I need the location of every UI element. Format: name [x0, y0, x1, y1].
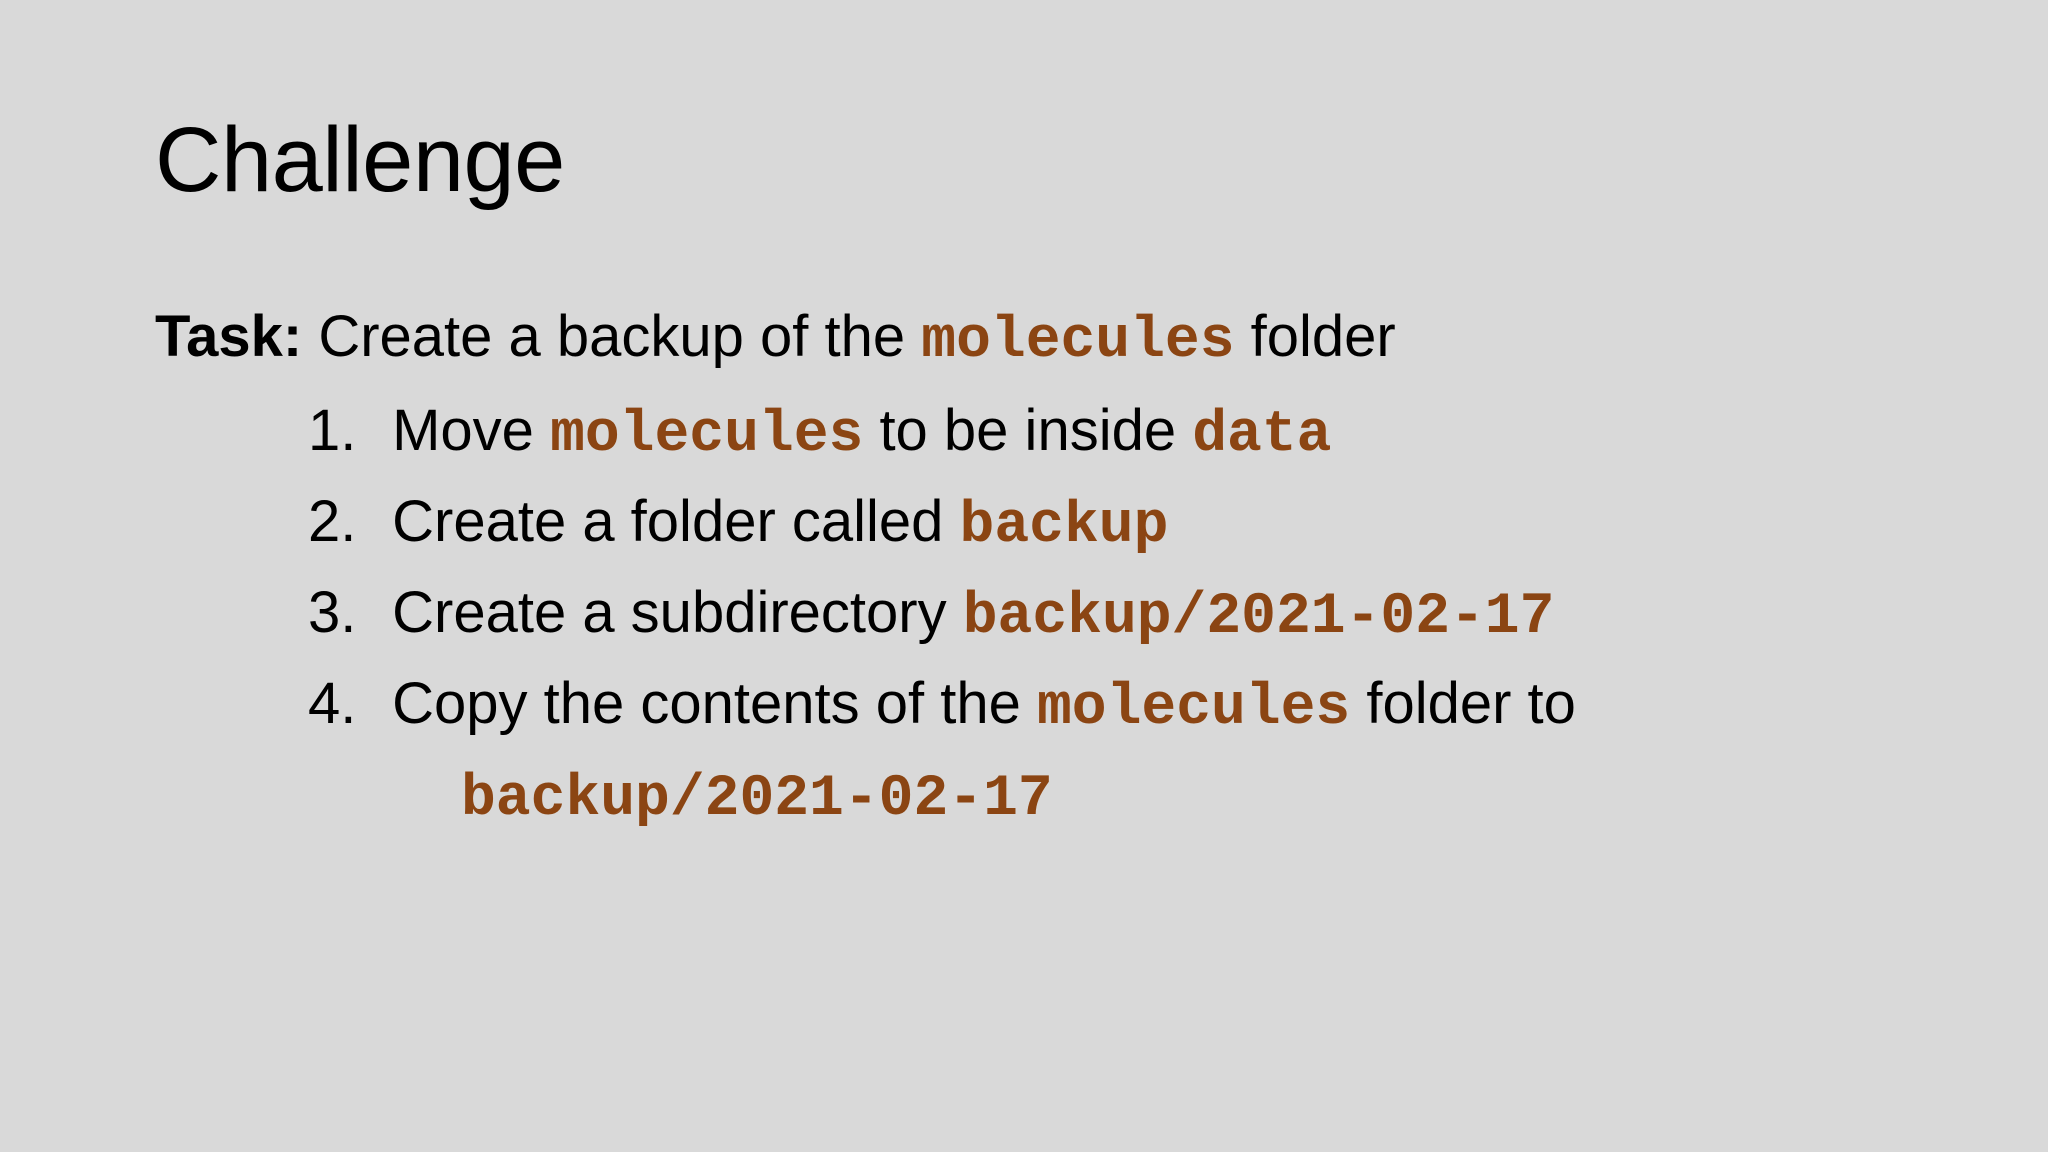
task-code-molecules: molecules	[921, 309, 1235, 374]
steps-list: 1. Move molecules to be inside data 2. C…	[308, 388, 1576, 843]
slide-title: Challenge	[155, 109, 565, 211]
step-text: folder to	[1350, 671, 1576, 736]
step-text: Create a subdirectory	[376, 580, 963, 645]
task-label: Task:	[155, 304, 303, 369]
step-2: 2. Create a folder called backup	[308, 479, 1576, 570]
step-code: molecules	[550, 403, 864, 468]
step-text: to be inside	[863, 398, 1193, 463]
step-code: molecules	[1036, 676, 1351, 741]
step-text: Create a folder called	[376, 489, 960, 554]
task-line: Task: Create a backup of the molecules f…	[155, 302, 1396, 377]
step-text: Move	[376, 398, 551, 463]
step-number: 3.	[308, 580, 357, 645]
step-4: 4. Copy the contents of the molecules fo…	[308, 661, 1576, 843]
slide: Challenge Task: Create a backup of the m…	[0, 0, 2048, 1152]
step-code: data	[1192, 403, 1332, 468]
step-code: backup	[959, 494, 1169, 559]
task-text-before: Create a backup of the	[302, 304, 922, 369]
step-continuation: backup/2021-02-17	[308, 752, 1576, 843]
step-text: Copy the contents of the	[376, 671, 1037, 736]
step-1: 1. Move molecules to be inside data	[308, 388, 1576, 479]
task-text-after: folder	[1234, 304, 1396, 369]
step-code: backup/2021-02-17	[962, 585, 1555, 650]
step-code: backup/2021-02-17	[461, 767, 1053, 832]
step-number: 4.	[308, 671, 357, 736]
step-number: 1.	[308, 398, 357, 463]
step-3: 3. Create a subdirectory backup/2021-02-…	[308, 570, 1576, 661]
step-number: 2.	[308, 489, 357, 554]
